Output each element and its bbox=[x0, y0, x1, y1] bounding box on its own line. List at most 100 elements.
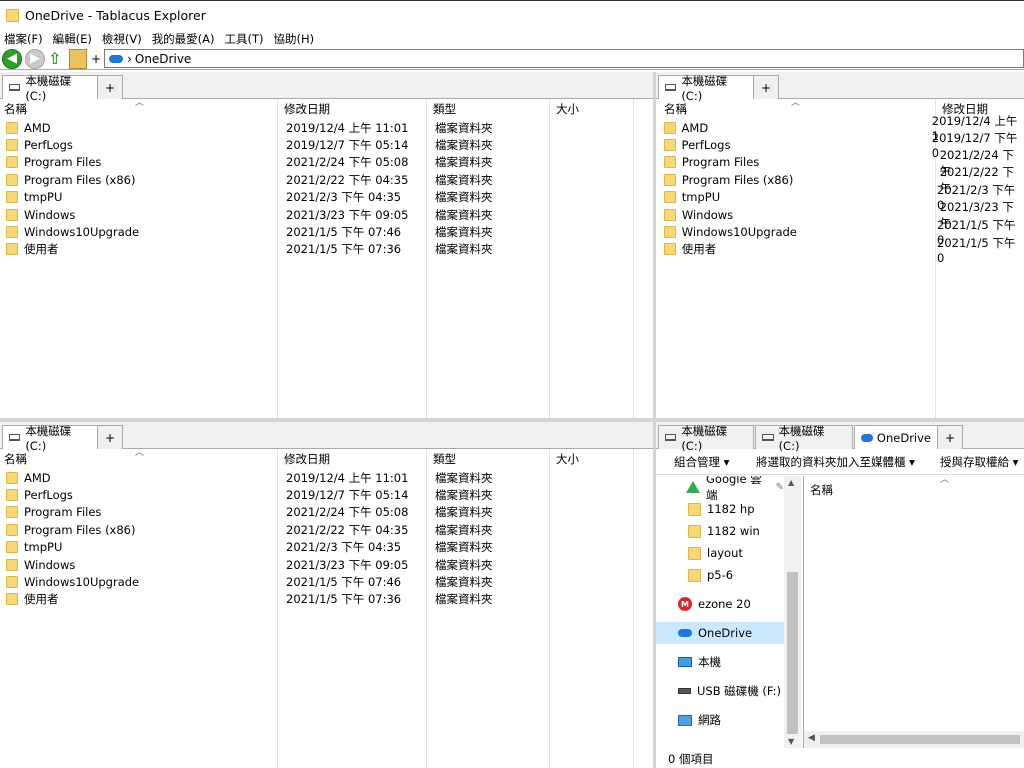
file-row-users[interactable]: 使用者 2021/1/5 下午 0 bbox=[664, 236, 1024, 265]
nav-label: 1182 win bbox=[707, 524, 760, 538]
folder-icon bbox=[6, 139, 18, 152]
new-tab-button[interactable]: + bbox=[91, 52, 101, 66]
file-row-tmppu[interactable]: tmpPU 2021/2/3 下午 04:35 檔案資料夾 bbox=[6, 539, 626, 556]
nav-item-1182-hp[interactable]: 1182 hp bbox=[656, 498, 784, 520]
file-row-amd[interactable]: AMD 2019/12/4 上午 11:01 檔案資料夾 bbox=[6, 469, 626, 486]
scroll-up-icon[interactable]: ▲ bbox=[788, 478, 794, 487]
menu-tools[interactable]: 工具(T) bbox=[225, 31, 264, 47]
nav-item-usb-drive[interactable]: USB 磁碟機 (F:) bbox=[656, 680, 784, 702]
folder-icon bbox=[6, 523, 18, 536]
file-row-tmppu[interactable]: tmpPU 2021/2/3 下午 04:35 檔案資料夾 bbox=[6, 189, 626, 206]
file-row-program-files-x86[interactable]: Program Files (x86) 2021/2/22 下午 04:35 檔案資… bbox=[6, 521, 626, 538]
column-header-date[interactable]: 修改日期 bbox=[280, 99, 426, 119]
computer-icon bbox=[678, 657, 692, 667]
scrollbar-thumb[interactable] bbox=[787, 572, 798, 734]
horizontal-scrollbar[interactable]: ◀ bbox=[804, 731, 1024, 748]
column-header-name[interactable]: 名稱 bbox=[810, 482, 833, 498]
tab-label: 本機磁碟 (C:) bbox=[681, 73, 728, 103]
file-name: Windows10Upgrade bbox=[24, 225, 140, 240]
tab-local-disk-c[interactable]: 本機磁碟 (C:) bbox=[658, 74, 754, 103]
nav-label: 本機 bbox=[698, 655, 721, 669]
file-row-windows[interactable]: Windows 2021/3/23 下午 09:05 檔案資料夾 bbox=[6, 206, 626, 223]
file-row-windows10upgrade[interactable]: Windows10Upgrade 2021/1/5 下午 07:46 檔案資料夾 bbox=[6, 223, 626, 240]
menu-bar: 檔案(F) 編輯(E) 檢視(V) 我的最愛(A) 工具(T) 協助(H) bbox=[0, 30, 1024, 48]
folder-icon bbox=[664, 243, 676, 256]
cloud-icon bbox=[109, 54, 124, 63]
menu-favorites[interactable]: 我的最愛(A) bbox=[152, 31, 215, 47]
file-row-program-files-x86[interactable]: Program Files (x86) 2021/2/22 下午 04:35 檔案資… bbox=[6, 171, 626, 188]
file-type: 檔案資料夾 bbox=[435, 207, 493, 222]
scroll-left-icon[interactable]: ◀ bbox=[808, 733, 815, 743]
pane-bottom-left: 本機磁碟 (C:) + ︿ 名稱 修改日期 類型 大小 AMD 2019/12/4… bbox=[0, 422, 653, 768]
scrollbar-thumb[interactable] bbox=[820, 735, 1020, 744]
scroll-down-icon[interactable]: ▼ bbox=[788, 737, 794, 746]
column-header-type[interactable]: 類型 bbox=[429, 99, 549, 119]
file-name: Program Files bbox=[681, 155, 760, 170]
file-name: AMD bbox=[681, 120, 709, 135]
column-header-size[interactable]: 大小 bbox=[552, 449, 632, 469]
tab-onedrive[interactable]: OneDrive bbox=[854, 425, 938, 449]
file-row-windows10upgrade[interactable]: Windows10Upgrade 2021/1/5 下午 07:46 檔案資料夾 bbox=[6, 573, 626, 590]
nav-item-google-drive[interactable]: Google 雲端 ✎ bbox=[656, 476, 784, 502]
nav-item-this-pc[interactable]: 本機 bbox=[656, 651, 784, 673]
file-name: Windows10Upgrade bbox=[24, 575, 140, 590]
nav-item-onedrive[interactable]: OneDrive bbox=[656, 622, 784, 644]
folder-icon bbox=[6, 121, 18, 134]
file-row-amd[interactable]: AMD 2019/12/4 上午 11:01 檔案資料夾 bbox=[6, 119, 626, 136]
column-header-name[interactable]: 名稱 bbox=[0, 449, 276, 469]
nav-item-mega[interactable]: M ezone 20 bbox=[656, 593, 784, 615]
up-folder-button[interactable]: ⇧ bbox=[48, 49, 66, 69]
add-tab-button[interactable]: + bbox=[97, 425, 123, 449]
nav-item-layout[interactable]: layout bbox=[656, 542, 784, 564]
tab-label: 本機磁碟 (C:) bbox=[681, 423, 728, 453]
add-tab-button[interactable]: + bbox=[753, 75, 779, 99]
menu-help[interactable]: 協助(H) bbox=[274, 31, 315, 47]
sort-indicator-icon: ︿ bbox=[940, 475, 950, 485]
tab-local-disk-c[interactable]: 本機磁碟 (C:) bbox=[2, 74, 98, 103]
file-row-windows[interactable]: Windows 2021/3/23 下午 09:05 檔案資料夾 bbox=[6, 556, 626, 573]
tab-local-disk-c[interactable]: 本機磁碟 (C:) bbox=[2, 424, 98, 453]
tab-local-disk-c[interactable]: 本機磁碟 (C:) bbox=[658, 424, 754, 453]
pane-bottom-right: 本機磁碟 (C:) 本機磁碟 (C:) OneDrive + 組合管理 ▾ 將選… bbox=[656, 422, 1024, 768]
file-row-users[interactable]: 使用者 2021/1/5 下午 07:36 檔案資料夾 bbox=[6, 591, 626, 608]
file-row-users[interactable]: 使用者 2021/1/5 下午 07:36 檔案資料夾 bbox=[6, 241, 626, 258]
tab-strip: 本機磁碟 (C:) 本機磁碟 (C:) OneDrive + bbox=[656, 422, 1024, 453]
file-row-perflogs[interactable]: PerfLogs 2019/12/7 下午 05:14 檔案資料夾 bbox=[6, 486, 626, 503]
folder-icon bbox=[688, 524, 701, 538]
column-header-size[interactable]: 大小 bbox=[552, 99, 632, 119]
menu-edit[interactable]: 編輯(E) bbox=[53, 31, 92, 47]
address-text[interactable]: OneDrive bbox=[135, 52, 191, 66]
back-button[interactable]: ◀ bbox=[2, 48, 22, 69]
include-in-library-button[interactable]: 將選取的資料夾加入至媒體櫃 ▾ bbox=[756, 454, 915, 470]
file-row-program-files[interactable]: Program Files 2021/2/24 下午 05:08 檔案資料夾 bbox=[6, 504, 626, 521]
forward-button[interactable]: ▶ bbox=[25, 48, 45, 69]
add-tab-button[interactable]: + bbox=[937, 425, 963, 449]
file-name: Windows bbox=[24, 207, 76, 222]
tab-local-disk-c-2[interactable]: 本機磁碟 (C:) bbox=[755, 424, 853, 453]
menu-view[interactable]: 檢視(V) bbox=[102, 31, 142, 47]
file-row-perflogs[interactable]: PerfLogs 2019/12/7 下午 05:14 檔案資料夾 bbox=[6, 136, 626, 153]
folder-icon bbox=[6, 208, 18, 221]
nav-item-network[interactable]: 網路 bbox=[656, 709, 784, 731]
nav-item-1182-win[interactable]: 1182 win bbox=[656, 520, 784, 542]
address-bar[interactable]: › OneDrive bbox=[104, 49, 1024, 68]
menu-file[interactable]: 檔案(F) bbox=[4, 31, 43, 47]
share-with-button[interactable]: 授與存取權給 ▾ bbox=[940, 454, 1018, 470]
column-header-name[interactable]: 名稱 bbox=[660, 99, 936, 119]
column-header-date[interactable]: 修改日期 bbox=[280, 449, 426, 469]
file-date: 2021/1/5 下午 07:46 bbox=[286, 575, 402, 590]
organize-button[interactable]: 組合管理 ▾ bbox=[674, 454, 729, 470]
toolbar: ◀ ▶ ⇧ + › OneDrive bbox=[0, 48, 1024, 70]
folder-icon bbox=[664, 226, 676, 239]
folder-icon bbox=[6, 541, 18, 554]
favorites-button[interactable] bbox=[69, 48, 87, 69]
column-header-name[interactable]: 名稱 bbox=[0, 99, 276, 119]
navigation-scrollbar[interactable]: ▲ ▼ bbox=[784, 476, 801, 748]
file-row-program-files[interactable]: Program Files 2021/2/24 下午 05:08 檔案資料夾 bbox=[6, 154, 626, 171]
add-tab-button[interactable]: + bbox=[97, 75, 123, 99]
nav-item-p5-6[interactable]: p5-6 bbox=[656, 564, 784, 586]
file-type: 檔案資料夾 bbox=[435, 505, 493, 520]
column-header-type[interactable]: 類型 bbox=[429, 449, 549, 469]
nav-label: USB 磁碟機 (F:) bbox=[697, 684, 781, 698]
file-type: 檔案資料夾 bbox=[435, 557, 493, 572]
